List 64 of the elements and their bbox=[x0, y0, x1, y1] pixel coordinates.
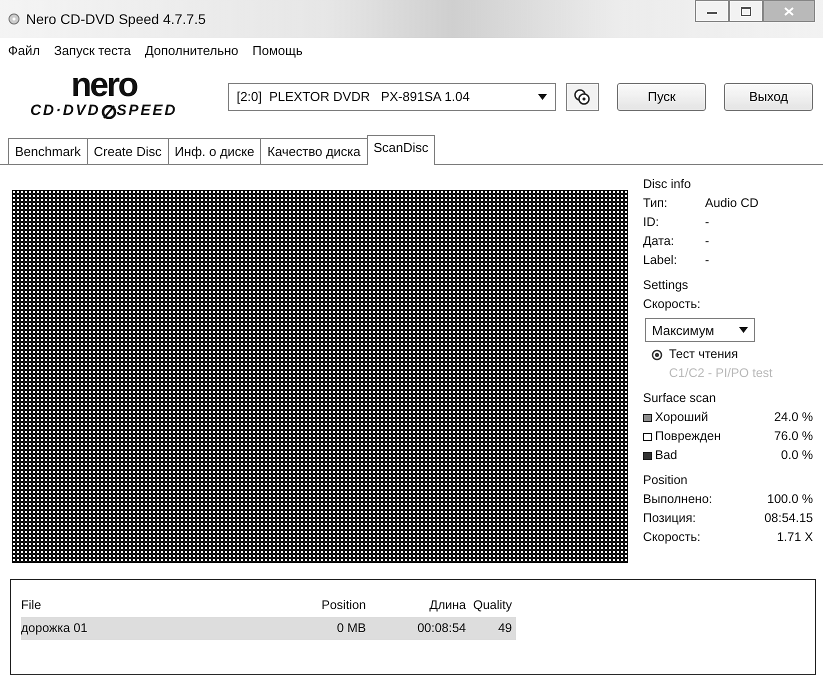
legend-value: 24.0 % bbox=[774, 409, 813, 426]
table-cell-text: 49 bbox=[497, 620, 513, 637]
legend-value: 76.0 % bbox=[774, 428, 813, 445]
maximize-icon bbox=[741, 6, 751, 16]
field-label: ID: bbox=[643, 214, 660, 231]
dropdown-arrow-icon bbox=[739, 327, 748, 333]
field-label: Скорость: bbox=[643, 296, 702, 313]
action-button[interactable]: Выход bbox=[724, 82, 813, 110]
field-value: - bbox=[705, 233, 710, 250]
field-value: 100.0 % bbox=[767, 491, 813, 508]
legend-label: Bad bbox=[655, 447, 678, 464]
app-icon bbox=[8, 13, 20, 25]
logo-text: CD·DVD bbox=[30, 101, 101, 122]
discs-icon bbox=[573, 88, 592, 106]
speed-dropdown[interactable]: Максимум bbox=[645, 318, 755, 342]
section-heading: Position bbox=[643, 472, 688, 489]
menu-item[interactable]: Файл bbox=[8, 41, 40, 60]
test-option: C1/C2 - PI/PO test bbox=[643, 364, 813, 383]
action-button[interactable]: Пуск bbox=[617, 82, 706, 110]
refresh-button[interactable] bbox=[566, 82, 600, 110]
field-value: 08:54.15 bbox=[764, 510, 813, 527]
legend-value: 0.0 % bbox=[781, 447, 813, 464]
field-value: - bbox=[705, 214, 710, 231]
menu-item[interactable]: Помощь bbox=[252, 41, 303, 60]
tab[interactable]: ScanDisc bbox=[366, 134, 436, 165]
window-title: Nero CD-DVD Speed 4.7.7.5 bbox=[26, 10, 206, 29]
logo-text: SPEED bbox=[116, 101, 178, 122]
disc-icon bbox=[100, 104, 117, 118]
column-header[interactable]: Position bbox=[281, 596, 366, 615]
dropdown-arrow-icon bbox=[538, 94, 547, 100]
section-heading: Settings bbox=[643, 277, 690, 294]
column-header[interactable]: Длина bbox=[366, 596, 466, 615]
table-row[interactable]: дорожка 01 0 MB 00:08:54 49 bbox=[21, 616, 516, 640]
maximize-button[interactable] bbox=[729, 0, 763, 22]
column-header[interactable]: Quality bbox=[466, 596, 516, 615]
table-cell-text: дорожка 01 bbox=[21, 620, 88, 637]
legend-label: Хороший bbox=[655, 409, 708, 426]
field-value: 1.71 X bbox=[776, 529, 813, 546]
field-label: Дата: bbox=[643, 233, 676, 250]
field-label: Label: bbox=[643, 252, 678, 269]
close-icon bbox=[784, 6, 794, 16]
drive-dropdown[interactable]: [2:0] PLEXTOR DVDR PX-891SA 1.04 bbox=[228, 82, 556, 110]
section-heading: Disc info bbox=[643, 176, 692, 193]
field-label: Тип: bbox=[643, 195, 668, 212]
section-heading: Surface scan bbox=[643, 390, 717, 407]
close-button[interactable] bbox=[763, 0, 815, 22]
minimize-button[interactable] bbox=[695, 0, 729, 22]
field-label: Позиция: bbox=[643, 510, 696, 527]
drive-name: [2:0] PLEXTOR DVDR PX-891SA 1.04 bbox=[236, 88, 471, 106]
table-cell-text: 0 MB bbox=[336, 620, 366, 637]
option-label[interactable]: Тест чтения bbox=[669, 345, 738, 364]
legend-label: Поврежден bbox=[655, 428, 721, 445]
menu-item[interactable]: Дополнительно bbox=[144, 41, 238, 60]
speed-value: Максимум bbox=[652, 322, 716, 340]
field-value: - bbox=[705, 252, 710, 269]
radio-button[interactable] bbox=[651, 348, 663, 360]
field-label: Выполнено: bbox=[643, 491, 712, 508]
field-label: Скорость: bbox=[643, 529, 700, 546]
column-header[interactable]: File bbox=[21, 596, 281, 615]
logo-brand: nero bbox=[70, 70, 137, 100]
field-value: Audio CD bbox=[705, 195, 758, 212]
table-cell-text: 00:08:54 bbox=[416, 620, 466, 637]
menu-item[interactable]: Запуск теста bbox=[54, 41, 131, 60]
tab[interactable]: Benchmark bbox=[8, 138, 88, 164]
